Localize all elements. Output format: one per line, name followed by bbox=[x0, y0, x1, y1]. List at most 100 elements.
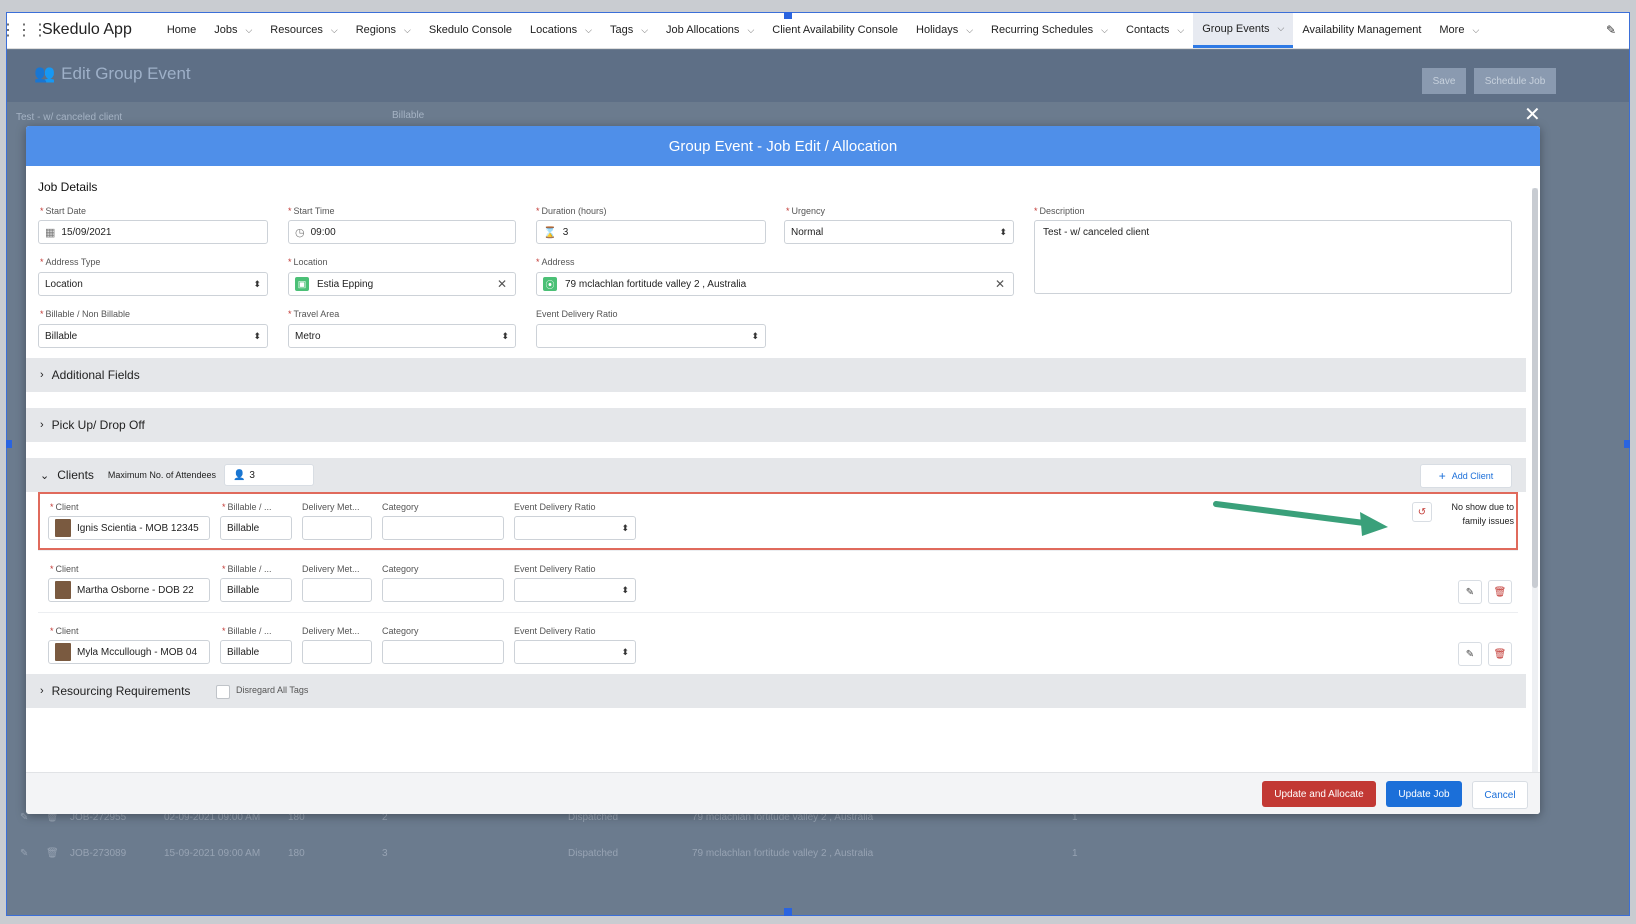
nav-item-home[interactable]: Home bbox=[158, 12, 205, 48]
nav-item-label: Skedulo Console bbox=[428, 24, 513, 36]
undo-icon[interactable]: ↺ bbox=[1412, 502, 1432, 522]
event-ratio-select[interactable]: ⬍ bbox=[536, 324, 766, 348]
client-ratio-select[interactable]: ⬍ bbox=[514, 516, 636, 540]
cancel-button[interactable]: Cancel bbox=[1472, 781, 1528, 809]
location-field[interactable]: ▣ Estia Epping ✕ bbox=[288, 272, 516, 296]
client-delivery-field[interactable] bbox=[302, 578, 372, 602]
nav-item-locations[interactable]: Locations ⌵ bbox=[521, 12, 601, 48]
nav-item-recurring-schedules[interactable]: Recurring Schedules ⌵ bbox=[982, 12, 1117, 48]
delete-client-button[interactable]: 🗑 bbox=[1488, 580, 1512, 604]
nav-item-group-events[interactable]: Group Events ⌵ bbox=[1193, 12, 1294, 48]
calendar-icon: ▦ bbox=[45, 226, 56, 239]
clear-location-icon[interactable]: ✕ bbox=[497, 277, 507, 291]
client-col-label: * Client bbox=[50, 564, 79, 574]
nav-item-label: Resources bbox=[270, 24, 323, 36]
resize-handle[interactable] bbox=[784, 12, 792, 19]
client-delivery-field[interactable] bbox=[302, 516, 372, 540]
address-field[interactable]: ⦿ 79 mclachlan fortitude valley 2 , Austr… bbox=[536, 272, 1014, 296]
client-ratio-select[interactable]: ⬍ bbox=[514, 578, 636, 602]
client-billable-field[interactable]: Billable bbox=[220, 516, 292, 540]
nav-item-regions[interactable]: Regions ⌵ bbox=[347, 12, 420, 48]
client-category-field[interactable] bbox=[382, 578, 504, 602]
category-col-label: Category bbox=[382, 626, 419, 636]
nav-item-label: More bbox=[1439, 24, 1465, 36]
chevron-down-icon[interactable]: ⌵ bbox=[404, 25, 411, 36]
nav-item-more[interactable]: More ⌵ bbox=[1430, 12, 1488, 48]
chevron-down-icon[interactable]: ⌵ bbox=[966, 25, 973, 36]
chevron-down-icon[interactable]: ⌵ bbox=[1101, 25, 1108, 36]
resize-handle[interactable] bbox=[1624, 440, 1630, 448]
chevron-down-icon[interactable]: ⌵ bbox=[245, 25, 252, 36]
ratio-col-label: Event Delivery Ratio bbox=[514, 564, 596, 574]
row-divider bbox=[38, 550, 1518, 551]
billable-select[interactable]: Billable ⬍ bbox=[38, 324, 268, 348]
resize-handle[interactable] bbox=[784, 908, 792, 916]
edit-nav-icon[interactable]: ✎ bbox=[1606, 23, 1630, 37]
chevron-down-icon[interactable]: ⌵ bbox=[1278, 23, 1285, 34]
client-category-field[interactable] bbox=[382, 640, 504, 664]
start-time-field[interactable]: ◷ 09:00 bbox=[288, 220, 516, 244]
pencil-icon: ✎ bbox=[1465, 648, 1475, 660]
description-textarea[interactable]: Test - w/ canceled client bbox=[1034, 220, 1512, 294]
nav-item-contacts[interactable]: Contacts ⌵ bbox=[1117, 12, 1193, 48]
trash-icon: 🗑 bbox=[1493, 586, 1507, 598]
chevron-down-icon[interactable]: ⌵ bbox=[1472, 25, 1479, 36]
delete-client-button[interactable]: 🗑 bbox=[1488, 642, 1512, 666]
edit-client-button[interactable]: ✎ bbox=[1458, 642, 1482, 666]
billable-col-label: * Billable / ... bbox=[222, 564, 272, 574]
pencil-icon: ✎ bbox=[1465, 586, 1475, 598]
client-category-field[interactable] bbox=[382, 516, 504, 540]
disregard-tags-checkbox[interactable] bbox=[216, 685, 230, 699]
avatar bbox=[55, 519, 71, 537]
billable-col-label: * Billable / ... bbox=[222, 502, 272, 512]
chevron-down-icon[interactable]: ⌵ bbox=[1177, 25, 1184, 36]
app-launcher-icon[interactable]: ⋮⋮⋮ bbox=[6, 20, 48, 40]
nav-item-jobs[interactable]: Jobs ⌵ bbox=[205, 12, 261, 48]
nav-item-job-allocations[interactable]: Job Allocations ⌵ bbox=[657, 12, 763, 48]
nav-item-tags[interactable]: Tags ⌵ bbox=[601, 12, 657, 48]
edit-client-button[interactable]: ✎ bbox=[1458, 580, 1482, 604]
modal-scrollbar-thumb[interactable] bbox=[1532, 188, 1538, 588]
client-billable-field[interactable]: Billable bbox=[220, 640, 292, 664]
nav-item-label: Jobs bbox=[214, 24, 238, 36]
nav-item-availability-management[interactable]: Availability Management bbox=[1293, 12, 1430, 48]
client-ratio-select[interactable]: ⬍ bbox=[514, 640, 636, 664]
chevron-down-icon[interactable]: ⌵ bbox=[747, 25, 754, 36]
clear-address-icon[interactable]: ✕ bbox=[995, 277, 1005, 291]
add-client-button[interactable]: + Add Client bbox=[1420, 464, 1512, 488]
client-billable-field[interactable]: Billable bbox=[220, 578, 292, 602]
chevron-down-icon[interactable]: ⌵ bbox=[641, 25, 648, 36]
update-and-allocate-button[interactable]: Update and Allocate bbox=[1262, 781, 1376, 807]
client-col-label: * Client bbox=[50, 502, 79, 512]
client-lookup-field[interactable]: Myla Mccullough - MOB 04 bbox=[48, 640, 210, 664]
client-delivery-field[interactable] bbox=[302, 640, 372, 664]
modal-footer: Update and Allocate Update Job Cancel bbox=[26, 772, 1540, 814]
travel-area-label: * Travel Area bbox=[288, 309, 340, 319]
chevron-right-icon: › bbox=[40, 685, 44, 697]
clients-section-header[interactable]: ⌄ Clients Maximum No. of Attendees 👤 3 bbox=[26, 458, 1526, 492]
nav-item-holidays[interactable]: Holidays ⌵ bbox=[907, 12, 982, 48]
address-type-select[interactable]: Location ⬍ bbox=[38, 272, 268, 296]
client-lookup-field[interactable]: Martha Osborne - DOB 22 bbox=[48, 578, 210, 602]
modal-title: Group Event - Job Edit / Allocation bbox=[26, 126, 1540, 166]
max-attendees-field[interactable]: 👤 3 bbox=[223, 464, 314, 486]
additional-fields-section[interactable]: › Additional Fields bbox=[26, 358, 1526, 392]
resize-handle[interactable] bbox=[6, 440, 12, 448]
billable-col-label: * Billable / ... bbox=[222, 626, 272, 636]
nav-item-resources[interactable]: Resources ⌵ bbox=[261, 12, 346, 48]
client-lookup-field[interactable]: Ignis Scientia - MOB 12345 bbox=[48, 516, 210, 540]
duration-field[interactable]: ⌛ 3 bbox=[536, 220, 766, 244]
urgency-select[interactable]: Normal ⬍ bbox=[784, 220, 1014, 244]
chevron-down-icon[interactable]: ⌵ bbox=[331, 25, 338, 36]
nav-item-skedulo-console[interactable]: Skedulo Console bbox=[420, 12, 521, 48]
billable-label: * Billable / Non Billable bbox=[40, 309, 131, 319]
close-icon[interactable]: ✕ bbox=[1524, 102, 1541, 127]
location-record-icon: ▣ bbox=[295, 277, 309, 291]
update-job-button[interactable]: Update Job bbox=[1386, 781, 1462, 807]
clients-title: Clients bbox=[57, 468, 94, 482]
travel-area-select[interactable]: Metro ⬍ bbox=[288, 324, 516, 348]
chevron-down-icon[interactable]: ⌵ bbox=[585, 25, 592, 36]
pickup-dropoff-section[interactable]: › Pick Up/ Drop Off bbox=[26, 408, 1526, 442]
disregard-tags-label: Disregard All Tags bbox=[236, 685, 309, 695]
start-date-field[interactable]: ▦ 15/09/2021 bbox=[38, 220, 268, 244]
